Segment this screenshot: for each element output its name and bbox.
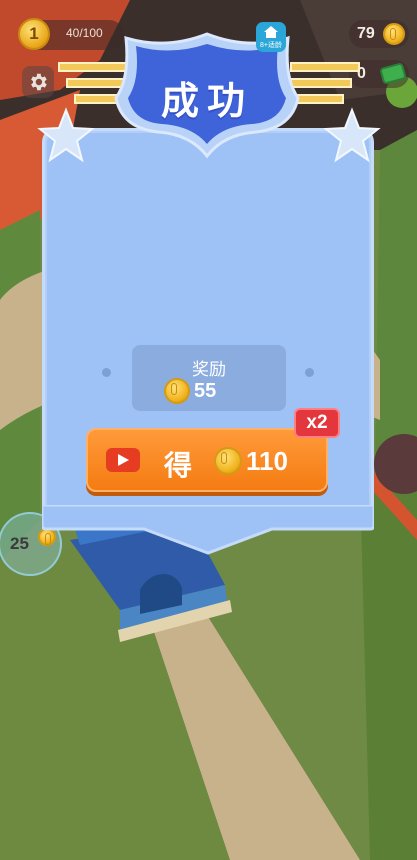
coin-icon [383,23,405,45]
left-star-icon [37,107,95,163]
level-badge: 1 [18,18,50,50]
get-label: 得 [164,450,193,481]
get-amount: 110 [246,446,288,476]
coin-icon [214,447,242,475]
right-star-icon [323,107,381,163]
coin-count: 79 [357,25,375,42]
coin-icon [164,378,190,404]
dialog-title: 成功 [160,81,253,123]
reward-amount: 55 [194,380,217,402]
reward-box: 奖励 55 [132,345,286,411]
house-icon [264,26,278,38]
reward-label: 奖励 [192,360,226,379]
cash-icon [379,62,407,85]
get-double-reward-button[interactable]: 得 110 [86,428,328,492]
settings-button[interactable] [22,66,54,98]
level-progress-text: 40/100 [66,26,103,40]
age-rating-badge: 8+适龄 [256,22,286,52]
left-dot [102,368,111,377]
coin-counter: 79 [349,20,409,48]
dialog-bottom-shape [42,505,374,555]
plot-price: 25 [10,534,29,553]
right-dot [305,368,314,377]
multiplier-badge: x2 [294,408,340,438]
gear-icon [31,73,47,91]
age-rating-text: 8+适龄 [260,42,282,49]
play-video-icon [106,448,140,472]
